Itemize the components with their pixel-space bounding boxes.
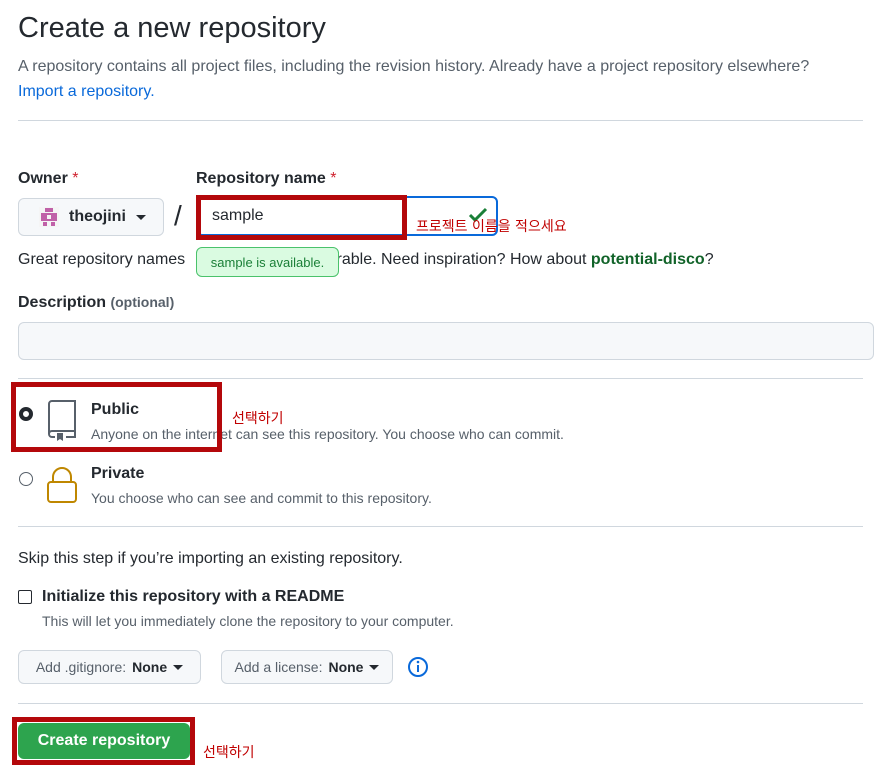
repo-name-label: Repository name * [196,170,337,187]
chevron-down-icon [369,664,380,670]
gitignore-select-button[interactable]: Add .gitignore: None [18,650,201,684]
annotation-box-public [11,382,222,452]
availability-tooltip: sample is available. [196,247,339,277]
divider [18,526,863,527]
page-subtitle: A repository contains all project files,… [18,54,868,104]
chevron-down-icon [135,214,146,220]
license-select-button[interactable]: Add a license: None [221,650,393,684]
required-mark: * [72,170,79,187]
chevron-down-icon [173,664,184,670]
suggested-name[interactable]: potential-disco [591,251,705,268]
divider [18,378,863,379]
annotation-box-create [12,717,195,765]
readme-label[interactable]: Initialize this repository with a README [42,588,344,606]
annotation-box-repo-name [196,195,407,240]
owner-select-button[interactable]: theojini [18,198,164,236]
gitignore-value: None [132,659,168,675]
license-value: None [328,659,364,675]
private-description: You choose who can see and commit to thi… [91,490,432,506]
avatar-icon [39,207,59,227]
readme-checkbox[interactable] [18,590,32,604]
required-mark: * [330,170,337,187]
description-label: Description (optional) [18,294,175,311]
description-input[interactable] [18,322,874,360]
license-label: Add a license: [234,659,323,675]
owner-repo-separator: / [174,200,182,231]
annotation-create: 선택하기 [203,745,255,761]
lock-icon [46,466,78,509]
private-title: Private [91,465,145,482]
owner-label: Owner * [18,170,79,187]
page-title: Create a new repository [18,12,326,44]
subtitle-text: A repository contains all project files,… [18,58,810,75]
divider [18,703,863,704]
optional-tag: (optional) [110,294,175,310]
annotation-repo-name: 프로젝트 이름을 적으세요 [416,219,567,235]
readme-description: This will let you immediately clone the … [42,613,454,629]
divider [18,120,863,121]
repo-name-suggestion: Great repository names orable. Need insp… [18,251,714,268]
import-repository-link[interactable]: Import a repository. [18,83,155,100]
private-radio[interactable] [19,472,33,486]
annotation-public: 선택하기 [232,411,284,427]
skip-step-text: Skip this step if you’re importing an ex… [18,550,403,567]
owner-name: theojini [69,208,126,225]
gitignore-label: Add .gitignore: [35,659,127,675]
info-icon[interactable] [407,656,429,683]
